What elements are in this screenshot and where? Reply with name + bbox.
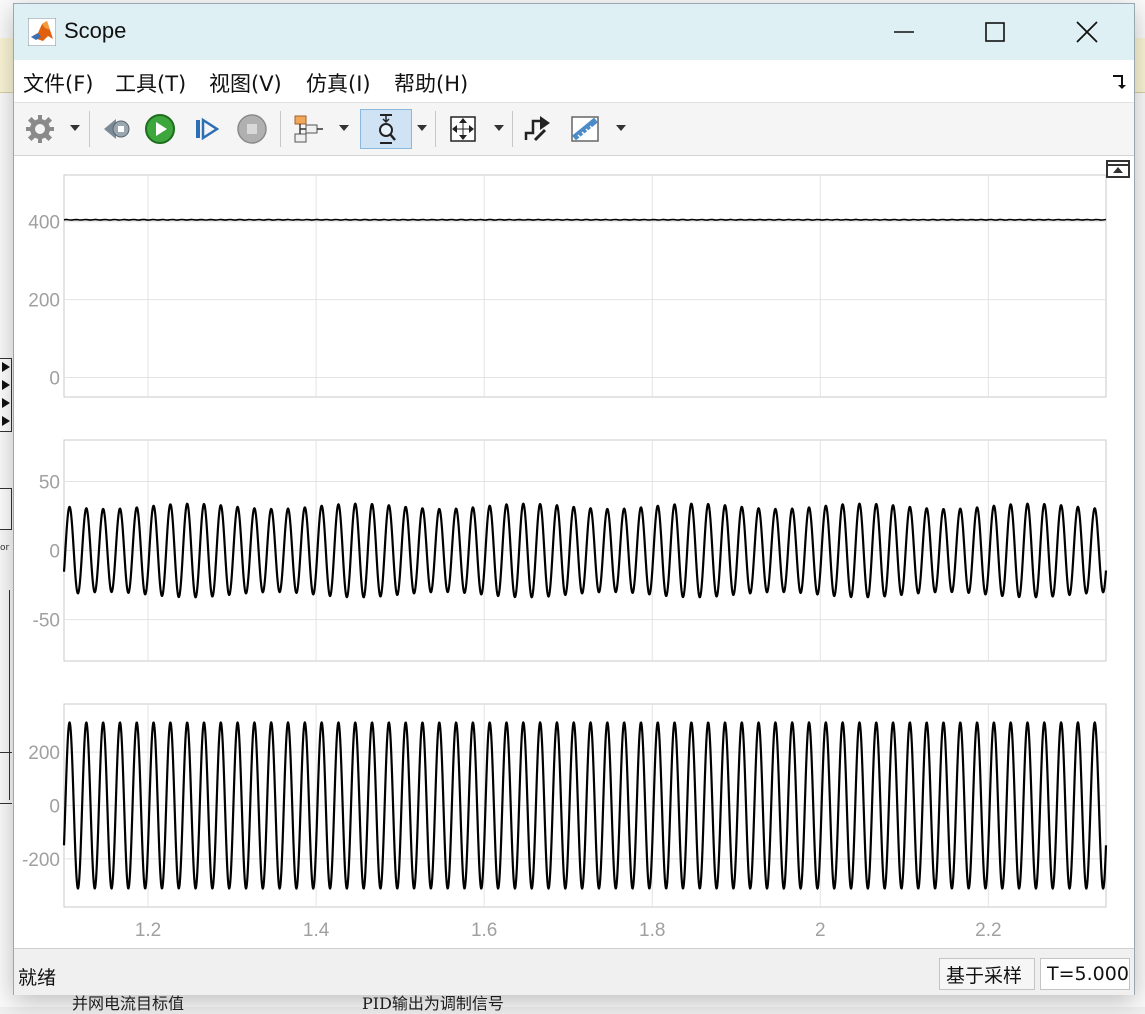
triggers-icon — [524, 116, 550, 142]
run-button[interactable] — [142, 109, 178, 149]
toolbar-separator — [435, 111, 436, 147]
sample-mode-indicator: 基于采样 — [939, 958, 1035, 990]
axes-2-y-tick-label: 0 — [49, 542, 60, 563]
matlab-logo-icon — [28, 18, 56, 46]
step-forward-button[interactable] — [188, 109, 224, 149]
background-side-text: or — [0, 543, 10, 553]
x-tick-label: 2.2 — [975, 920, 1001, 941]
toolbar-separator — [280, 111, 281, 147]
restore-layout-icon — [1108, 164, 1128, 173]
background-arrow — [2, 416, 10, 426]
settings-gear-icon — [26, 115, 54, 143]
background-arrow — [2, 380, 10, 390]
stop-button[interactable] — [234, 109, 270, 149]
signal-select-icon — [294, 115, 323, 143]
window-title: Scope — [64, 18, 127, 43]
menu-bar: 文件(F) 工具(T) 视图(V) 仿真(I) 帮助(H) — [14, 60, 1134, 103]
cursor-measure-button[interactable] — [566, 109, 606, 149]
axes-1-y-tick-label: 200 — [28, 291, 60, 312]
maximize-icon — [985, 22, 1005, 42]
axes-2-y-tick-label: 50 — [39, 472, 60, 493]
autoscale-icon — [450, 116, 476, 142]
background-block — [0, 488, 12, 530]
stop-icon — [237, 114, 267, 144]
x-tick-label: 1.8 — [639, 920, 665, 941]
axes-3-y-tick-label: 200 — [28, 743, 60, 764]
background-wire — [0, 803, 12, 804]
title-bar[interactable]: Scope — [14, 4, 1134, 60]
zoom-y-button[interactable] — [360, 109, 412, 149]
toolbar-separator — [512, 111, 513, 147]
x-tick-label: 1.4 — [303, 920, 330, 941]
simulation-time-indicator: T=5.000 — [1040, 958, 1130, 990]
axes-1-y-tick-label: 400 — [28, 213, 60, 234]
x-tick-label: 2 — [815, 920, 826, 941]
zoom-dropdown[interactable] — [417, 125, 427, 131]
menu-view[interactable]: 视图(V) — [209, 68, 282, 98]
axes-2-y-tick-label: -50 — [33, 611, 60, 632]
axes-3-y-tick-label: -200 — [22, 850, 60, 871]
restore-layout-button[interactable] — [1106, 160, 1130, 178]
cursor-measure-icon — [571, 116, 599, 142]
axes-3-y-tick-label: 0 — [49, 797, 60, 818]
maximize-button[interactable] — [949, 4, 1041, 60]
menu-simulation[interactable]: 仿真(I) — [306, 68, 371, 98]
toolbar-separator — [89, 111, 90, 147]
settings-button[interactable] — [22, 109, 58, 149]
minimize-icon — [894, 31, 914, 33]
close-button[interactable] — [1041, 4, 1133, 60]
settings-dropdown[interactable] — [70, 125, 80, 131]
background-wire — [9, 590, 10, 800]
autoscale-dropdown[interactable] — [494, 125, 504, 131]
step-forward-icon — [196, 117, 220, 141]
background-arrow — [2, 362, 10, 372]
minimize-button[interactable] — [858, 4, 950, 60]
signal-select-dropdown[interactable] — [339, 125, 349, 131]
undock-arrow-icon[interactable] — [1110, 72, 1128, 90]
toolbar — [14, 103, 1134, 156]
run-icon — [145, 114, 175, 144]
step-back-button[interactable] — [98, 109, 134, 149]
close-icon — [1076, 21, 1098, 43]
x-tick-label: 1.2 — [135, 920, 161, 941]
cursor-measure-dropdown[interactable] — [616, 125, 626, 131]
axes-1-y-tick-label: 0 — [49, 369, 60, 390]
triggers-button[interactable] — [520, 109, 556, 149]
x-tick-label: 1.6 — [471, 920, 497, 941]
menu-file[interactable]: 文件(F) — [23, 68, 93, 98]
signal-select-button[interactable] — [290, 109, 328, 149]
autoscale-button[interactable] — [444, 109, 482, 149]
plots-svg[interactable]: 400 200 0 50 0 -50 200 0 -200 1.2 1.4 1.6 1.8 2 2.2 — [14, 156, 1134, 948]
menu-help[interactable]: 帮助(H) — [394, 68, 468, 98]
scope-window: Scope 文件(F) 工具(T) 视图(V) 仿真(I) 帮助(H) 400 … — [13, 3, 1135, 995]
menu-tools[interactable]: 工具(T) — [115, 68, 186, 98]
background-wire — [0, 752, 12, 753]
axes-1-signal-line — [63, 218, 1107, 221]
background-arrow — [2, 398, 10, 408]
axes-1-frame — [63, 174, 1107, 398]
scope-display[interactable]: 400 200 0 50 0 -50 200 0 -200 1.2 1.4 1.6 1.8 2 2.2 — [14, 156, 1134, 948]
status-bar: 就绪 基于采样 T=5.000 — [14, 948, 1134, 995]
status-text: 就绪 — [18, 967, 57, 989]
step-back-icon — [104, 119, 130, 139]
zoom-y-icon — [379, 114, 396, 144]
